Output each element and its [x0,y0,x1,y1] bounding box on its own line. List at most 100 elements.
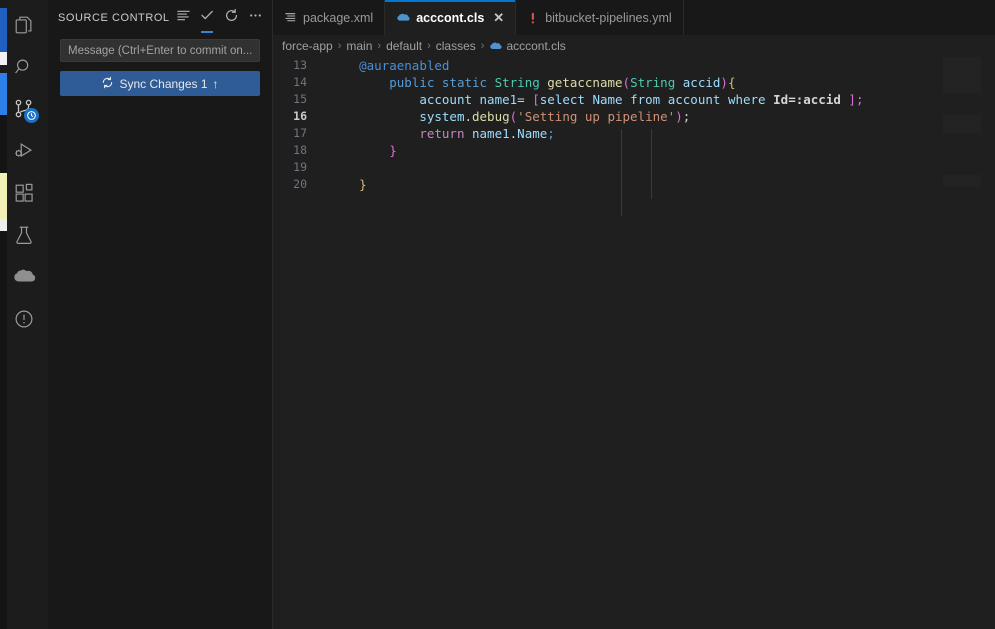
commit-button[interactable] [196,7,218,33]
code-line-text[interactable]: } [315,142,397,159]
more-actions-button[interactable] [244,7,266,29]
breadcrumb-item-main[interactable]: main [346,39,372,53]
tab-bitbucket-pipelines-yml[interactable]: bitbucket-pipelines.yml [516,0,684,35]
commit-button-active-underline [201,30,213,33]
code-line-text[interactable]: account name1= [select Name from account… [315,91,863,108]
breadcrumb-item-default[interactable]: default [386,39,422,53]
code-token: name1 [472,126,510,141]
apex-icon [489,41,503,52]
code-token: ( [622,75,631,90]
overview-ruler[interactable] [981,57,995,629]
breadcrumb-item-acccont-cls[interactable]: acccont.cls [506,39,565,53]
code-line[interactable]: 15 account name1= [select Name from acco… [273,91,943,108]
activity-item-explorer[interactable] [0,4,48,46]
code-token: Name [592,92,623,107]
tab-label: acccont.cls [416,10,485,25]
activity-item-salesforce[interactable] [0,256,48,298]
activity-item-source-control[interactable] [0,88,48,130]
code-line[interactable]: 13 @auraenabled [273,57,943,74]
files-icon [13,14,35,36]
code-line-text[interactable]: @auraenabled [315,57,449,74]
edge-segment-blue-1 [0,8,7,52]
edge-segment-dark-rest [0,231,7,629]
list-view-icon [176,8,191,28]
breadcrumb: force-app › main › default › classes › a… [273,35,995,57]
breadcrumb-separator: › [480,40,485,52]
code-editor[interactable]: 13 @auraenabled 14 public static String g… [273,57,995,629]
run-and-debug-icon [13,140,35,162]
code-token: account [667,92,721,107]
edge-segment-dark-top [0,0,7,8]
code-line[interactable]: 14 public static String getaccname(Strin… [273,74,943,91]
code-token: ; [855,92,864,107]
breadcrumb-item-force-app[interactable]: force-app [282,39,333,53]
code-token: static [441,75,488,90]
code-token: account [419,92,472,107]
code-token: name1 [479,92,518,107]
editor-area: package.xml acccont.cls ✕ bitbucket-pipe… [273,0,995,629]
code-token: accid [682,75,721,90]
tab-package-xml[interactable]: package.xml [273,0,386,35]
code-token: = [517,92,525,107]
edge-segment-yellow [0,173,7,219]
commit-message-input[interactable] [60,39,260,62]
line-number: 19 [293,160,307,174]
code-token: } [389,143,397,158]
code-token: 'Setting up pipeline' [517,109,676,124]
code-token: ; [682,109,691,124]
tab-label: bitbucket-pipelines.yml [545,10,672,25]
refresh-button[interactable] [220,7,242,29]
activity-bar [0,0,48,629]
edge-segment-dark-3 [0,115,7,173]
extensions-icon [13,182,35,204]
ellipsis-icon [248,8,263,28]
activity-item-run-and-debug[interactable] [0,130,48,172]
code-line[interactable]: 19 [273,159,943,176]
code-token: String [494,75,540,90]
code-token: select [539,92,585,107]
sync-icon [101,76,114,92]
beaker-icon [13,224,35,246]
edge-segment-dark-2 [0,65,7,73]
code-token: @auraenabled [359,58,450,73]
minimap[interactable] [943,57,995,629]
code-line[interactable]: 18 } [273,142,943,159]
tab-acccont-cls[interactable]: acccont.cls ✕ [385,0,517,35]
code-line[interactable]: 16 system.debug('Setting up pipeline'); [273,108,943,125]
activity-item-extensions[interactable] [0,172,48,214]
code-token: return [419,126,465,141]
sync-changes-button[interactable]: Sync Changes 1 ↑ [60,71,260,96]
activity-item-search[interactable] [0,46,48,88]
view-as-list-button[interactable] [172,7,194,29]
tab-close-icon[interactable]: ✕ [493,10,504,26]
xml-icon [284,11,297,24]
code-line-text[interactable] [315,159,329,176]
code-lines-container[interactable]: 13 @auraenabled 14 public static String g… [273,57,943,629]
code-line[interactable]: 17 return name1.Name; [273,125,943,142]
breadcrumb-separator: › [377,40,382,52]
code-token: ) [720,75,728,90]
edge-segment-white-1 [0,52,7,65]
line-number: 16 [293,109,307,123]
indent-guide [621,129,622,216]
code-token: . [464,109,472,124]
code-line-text[interactable]: return name1.Name; [315,125,555,142]
sync-clock-badge [24,108,39,123]
code-line-text[interactable]: } [315,176,367,193]
breadcrumb-item-classes[interactable]: classes [436,39,476,53]
activity-item-info[interactable] [0,298,48,340]
activity-item-testing[interactable] [0,214,48,256]
code-line-text[interactable]: public static String getaccname(String a… [315,74,735,91]
code-line[interactable]: 20 } [273,176,943,193]
code-token: ) [675,109,683,124]
code-line-text[interactable]: system.debug('Setting up pipeline'); [315,108,690,125]
breadcrumb-separator: › [337,40,342,52]
apex-icon [396,12,410,24]
edge-segment-white-2 [0,219,7,231]
code-token: :accid [795,92,841,107]
